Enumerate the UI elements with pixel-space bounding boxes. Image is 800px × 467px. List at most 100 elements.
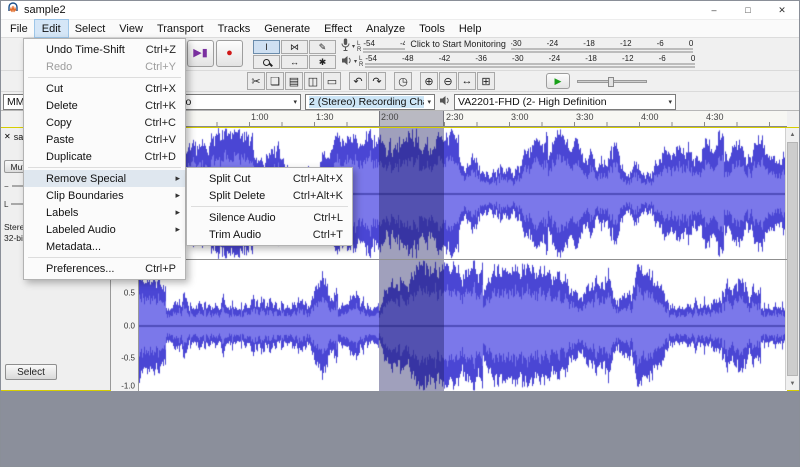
vertical-scrollbar[interactable]: ▲ ▼ bbox=[785, 128, 799, 390]
ruler-time-label: 1:00 bbox=[251, 112, 269, 122]
track-close-button[interactable]: ✕ bbox=[4, 132, 11, 141]
zoom-tool-button[interactable] bbox=[253, 55, 280, 69]
menu-item-labels[interactable]: Labels ▸ bbox=[24, 204, 185, 221]
fit-selection-button[interactable]: ↔ bbox=[458, 72, 476, 90]
menu-item-paste[interactable]: Paste Ctrl+V bbox=[24, 131, 185, 148]
close-button[interactable]: ✕ bbox=[765, 1, 799, 19]
meter-toolbar: ▾ L R -54-48-42-36-30-24-18-12-60 C bbox=[341, 38, 707, 69]
undo-button[interactable]: ↶ bbox=[349, 72, 367, 90]
silence-audio-button[interactable]: ▭ bbox=[323, 72, 341, 90]
menu-item-silence-audio[interactable]: Silence Audio Ctrl+L bbox=[187, 209, 352, 226]
tools[interactable]: Tools bbox=[412, 20, 452, 37]
menu-item-label: Split Delete bbox=[209, 189, 266, 202]
record-button[interactable]: ● bbox=[216, 40, 243, 67]
time-shift-tool-button[interactable]: ↔ bbox=[281, 55, 308, 69]
play-at-speed-button[interactable]: ▶ bbox=[546, 73, 570, 89]
menu-item-label: Cut bbox=[46, 82, 64, 95]
waveform-selection-2[interactable] bbox=[379, 260, 444, 391]
recording-channels-dropdown[interactable]: 2 (Stereo) Recording Chann ▾ bbox=[305, 93, 435, 110]
tool-glyph-icon: ✱ bbox=[318, 56, 327, 67]
playback-device-dropdown[interactable]: VA2201-FHD (2- High Definition ▾ bbox=[454, 93, 676, 110]
meter-scale-number: -12 bbox=[621, 54, 634, 63]
menu-item-shortcut: Ctrl+Z bbox=[145, 43, 176, 56]
analyze[interactable]: Analyze bbox=[359, 20, 412, 37]
submenu-arrow-icon: ▸ bbox=[175, 224, 180, 234]
scroll-up-button[interactable]: ▲ bbox=[786, 128, 799, 141]
redo-button[interactable]: ↷ bbox=[368, 72, 386, 90]
menu-item-shortcut: Ctrl+C bbox=[144, 116, 176, 129]
menu-item-split-cut[interactable]: Split Cut Ctrl+Alt+X bbox=[187, 170, 352, 187]
tracks[interactable]: Tracks bbox=[211, 20, 258, 37]
magnifier-icon bbox=[263, 58, 270, 66]
monitor-label[interactable]: Click to Start Monitoring bbox=[405, 39, 511, 50]
menu-item-remove-special[interactable]: Remove Special ▸ bbox=[24, 170, 185, 187]
menu-item-shortcut: Ctrl+V bbox=[145, 133, 176, 146]
edit[interactable]: Edit bbox=[33, 19, 69, 38]
window-controls: – □ ✕ bbox=[697, 1, 799, 19]
chevron-down-icon: ▾ bbox=[354, 59, 358, 65]
maximize-button[interactable]: □ bbox=[731, 1, 765, 19]
tool-glyph-icon: ↔ bbox=[290, 57, 299, 67]
draw-tool-button[interactable]: ✎ bbox=[309, 40, 336, 54]
file[interactable]: File bbox=[3, 20, 35, 37]
meter-scale-number: 0 bbox=[688, 39, 694, 48]
vertical-scrollbar-thumb[interactable] bbox=[787, 142, 798, 376]
ruler-labels: 1:00 1:30 2:00 2:30 3:00 3:30 4:00 4:30 bbox=[111, 111, 787, 126]
skip-end-button[interactable]: ▶▮ bbox=[187, 40, 214, 67]
menu-item-label: Undo Time-Shift bbox=[46, 43, 125, 56]
playback-meter[interactable]: ▾ L R -54 -48 -42 -36 -30 -24 -18 -12 -6 0 bbox=[341, 54, 707, 69]
transport[interactable]: Transport bbox=[150, 20, 211, 37]
submenu-arrow-icon: ▸ bbox=[175, 190, 180, 200]
menu-item-labeled-audio[interactable]: Labeled Audio ▸ bbox=[24, 221, 185, 238]
paste-button[interactable]: ▤ bbox=[285, 72, 303, 90]
generate[interactable]: Generate bbox=[257, 20, 317, 37]
track-select-button[interactable]: Select bbox=[5, 364, 57, 380]
fit-project-button[interactable]: ⊞ bbox=[477, 72, 495, 90]
zoom-out-button[interactable]: ⊖ bbox=[439, 72, 457, 90]
edit-toolbar-glyph-icon: ❏ bbox=[270, 75, 280, 88]
cut-button[interactable]: ✂ bbox=[247, 72, 265, 90]
envelope-tool-button[interactable]: ⋈ bbox=[281, 40, 308, 54]
meter-scale-number: -42 bbox=[438, 54, 451, 63]
sync-lock-button[interactable]: ◷ bbox=[394, 72, 412, 90]
recording-meter[interactable]: ▾ L R -54-48-42-36-30-24-18-12-60 C bbox=[341, 38, 707, 54]
effect[interactable]: Effect bbox=[317, 20, 359, 37]
menu-item-label: Preferences... bbox=[46, 262, 115, 275]
audacity-window: sample2 – □ ✕ File Edit Select View Tran… bbox=[0, 0, 800, 467]
waveform-selection-1[interactable] bbox=[379, 128, 444, 259]
waveform-canvas-2[interactable] bbox=[139, 260, 787, 391]
amplitude-label: 0.0 bbox=[123, 321, 135, 331]
multi-tool-button[interactable]: ✱ bbox=[309, 55, 336, 69]
play-speed-slider[interactable] bbox=[577, 76, 647, 87]
meter-channel-labels: L R bbox=[357, 41, 361, 53]
menu-item-delete[interactable]: Delete Ctrl+K bbox=[24, 97, 185, 114]
menu-item-label: Silence Audio bbox=[209, 211, 276, 224]
menu-item-clip-boundaries[interactable]: Clip Boundaries ▸ bbox=[24, 187, 185, 204]
help[interactable]: Help bbox=[452, 20, 489, 37]
minimize-button[interactable]: – bbox=[697, 1, 731, 19]
selection-tool-button[interactable]: I bbox=[253, 40, 280, 54]
menu-item-label: Trim Audio bbox=[209, 228, 262, 241]
amplitude-label: -0.5 bbox=[121, 353, 135, 363]
ruler-time-label: 1:30 bbox=[316, 112, 334, 122]
play-at-speed-toolbar: ▶ bbox=[546, 73, 647, 89]
gain-min-icon: − bbox=[4, 181, 9, 191]
menu-item-undo-time-shift[interactable]: Undo Time-Shift Ctrl+Z bbox=[24, 41, 185, 58]
scroll-down-button[interactable]: ▼ bbox=[786, 377, 799, 390]
copy-button[interactable]: ❏ bbox=[266, 72, 284, 90]
play-speed-slider-thumb[interactable] bbox=[608, 76, 614, 87]
meter-scale-number: -12 bbox=[619, 39, 632, 48]
menu-item-trim-audio[interactable]: Trim Audio Ctrl+T bbox=[187, 226, 352, 243]
amplitude-label: 0.5 bbox=[123, 288, 135, 298]
menu-item-copy[interactable]: Copy Ctrl+C bbox=[24, 114, 185, 131]
view[interactable]: View bbox=[112, 20, 150, 37]
menu-item-cut[interactable]: Cut Ctrl+X bbox=[24, 80, 185, 97]
timeline-ruler[interactable]: 1:00 1:30 2:00 2:30 3:00 3:30 4:00 4:30 bbox=[111, 111, 787, 127]
menu-item-preferences[interactable]: Preferences... Ctrl+P bbox=[24, 260, 185, 277]
trim-audio-button[interactable]: ◫ bbox=[304, 72, 322, 90]
menu-item-metadata[interactable]: Metadata... bbox=[24, 238, 185, 255]
select[interactable]: Select bbox=[68, 20, 113, 37]
menu-item-duplicate[interactable]: Duplicate Ctrl+D bbox=[24, 148, 185, 165]
menu-item-split-delete[interactable]: Split Delete Ctrl+Alt+K bbox=[187, 187, 352, 204]
zoom-in-button[interactable]: ⊕ bbox=[420, 72, 438, 90]
